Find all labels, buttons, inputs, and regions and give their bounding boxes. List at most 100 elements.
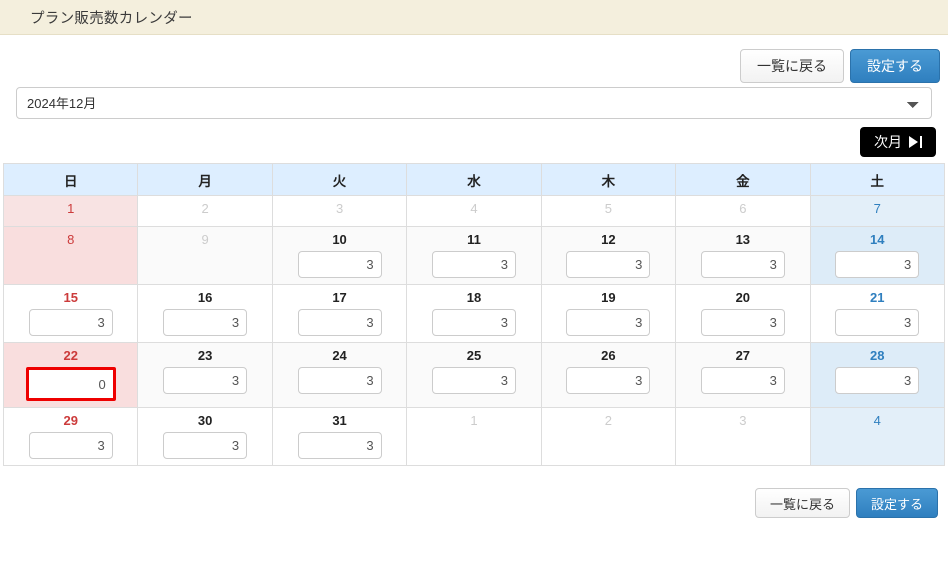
calendar-body: 1234567891011121314151617181920212223242… [2, 195, 946, 466]
weekday-header-thu: 木 [540, 163, 677, 196]
sales-count-input[interactable] [431, 309, 516, 336]
page-title: プラン販売数カレンダー [30, 10, 193, 27]
calendar-day-cell: 5 [540, 195, 677, 227]
toolbar-bottom: 一覧に戻る 設定する [0, 466, 948, 521]
day-number: 3 [739, 413, 747, 428]
sales-count-input[interactable] [835, 367, 920, 394]
back-to-list-button-top[interactable]: 一覧に戻る [740, 49, 844, 83]
day-number: 1 [470, 413, 478, 428]
calendar-week-row: 8 9 10 11 12 13 14 [2, 226, 946, 285]
calendar-day-cell[interactable]: 23 [137, 342, 273, 408]
month-select[interactable]: 2024年12月 [16, 87, 932, 119]
submit-settings-button-top[interactable]: 設定する [850, 49, 940, 83]
calendar-day-cell[interactable]: 14 [809, 226, 946, 285]
sales-calendar-table: 日 月 火 水 木 金 土 12345678910111213141516171… [2, 163, 946, 466]
day-number: 4 [470, 201, 478, 216]
calendar-day-cell: 3 [675, 407, 811, 466]
calendar-day-cell[interactable]: 19 [540, 284, 677, 343]
sales-count-input[interactable] [163, 367, 248, 394]
calendar-day-cell[interactable]: 11 [406, 226, 542, 285]
weekday-header-sun: 日 [2, 163, 139, 196]
day-number: 27 [735, 348, 751, 363]
calendar-wrap: 日 月 火 水 木 金 土 12345678910111213141516171… [0, 163, 948, 466]
sales-count-input[interactable] [835, 309, 920, 336]
calendar-day-cell[interactable]: 16 [137, 284, 273, 343]
calendar-week-row: 15 16 17 18 19 20 21 [2, 284, 946, 343]
calendar-day-cell: 2 [540, 407, 677, 466]
calendar-day-cell[interactable]: 15 [2, 284, 139, 343]
day-number: 3 [335, 201, 344, 216]
day-number: 11 [467, 232, 481, 247]
calendar-day-cell[interactable]: 30 [137, 407, 273, 466]
sales-count-input[interactable] [566, 309, 651, 336]
day-number: 18 [466, 290, 482, 305]
calendar-week-row: 1 2 3 4 5 6 7 [2, 195, 946, 227]
calendar-day-cell[interactable]: 25 [406, 342, 542, 408]
sales-count-input[interactable] [700, 251, 785, 278]
calendar-day-cell[interactable]: 28 [809, 342, 946, 408]
sales-count-input[interactable] [566, 367, 651, 394]
calendar-day-cell: 7 [809, 195, 946, 227]
back-to-list-button-bottom[interactable]: 一覧に戻る [754, 488, 850, 518]
day-number: 1 [67, 201, 75, 216]
calendar-day-cell[interactable]: 22 [2, 342, 139, 408]
calendar-day-cell[interactable]: 21 [809, 284, 946, 343]
calendar-day-cell[interactable]: 20 [675, 284, 811, 343]
calendar-day-cell[interactable]: 27 [675, 342, 811, 408]
day-number: 20 [735, 290, 751, 305]
sales-count-input[interactable] [835, 251, 920, 278]
calendar-day-cell: 9 [137, 226, 273, 285]
day-number: 15 [63, 290, 78, 305]
weekday-header-mon: 月 [137, 163, 273, 196]
day-number: 5 [604, 201, 613, 216]
day-number: 13 [735, 232, 751, 247]
sales-count-input[interactable] [297, 309, 382, 336]
sales-count-input[interactable] [297, 251, 382, 278]
sales-count-input[interactable] [297, 432, 382, 459]
calendar-nav-row: 次月 [0, 119, 948, 163]
next-month-label: 次月 [874, 134, 902, 150]
day-number: 21 [870, 290, 885, 305]
toolbar-top: 一覧に戻る 設定する [0, 35, 948, 87]
sales-count-input[interactable] [297, 367, 382, 394]
calendar-day-cell[interactable]: 17 [271, 284, 408, 343]
sales-count-input[interactable] [28, 432, 113, 459]
sales-count-input[interactable] [28, 309, 113, 336]
sales-count-input[interactable] [700, 367, 785, 394]
calendar-day-cell[interactable]: 10 [271, 226, 408, 285]
calendar-day-cell[interactable]: 12 [540, 226, 677, 285]
weekday-header-fri: 金 [675, 163, 811, 196]
submit-settings-button-bottom[interactable]: 設定する [855, 488, 938, 518]
calendar-week-row: 29 30 31 1 2 3 4 [2, 407, 946, 466]
calendar-day-cell[interactable]: 24 [271, 342, 408, 408]
next-month-button[interactable]: 次月 [860, 127, 936, 157]
weekday-header-tue: 火 [271, 163, 408, 196]
month-select-wrap: 2024年12月 [0, 87, 948, 119]
calendar-day-cell: 1 [2, 195, 139, 227]
calendar-day-cell[interactable]: 26 [540, 342, 677, 408]
day-number: 29 [63, 413, 78, 428]
day-number: 30 [197, 413, 213, 428]
day-number: 7 [873, 201, 881, 216]
calendar-day-cell: 4 [809, 407, 946, 466]
calendar-day-cell[interactable]: 18 [406, 284, 542, 343]
sales-count-input[interactable] [25, 367, 116, 401]
day-number: 10 [332, 232, 347, 247]
day-number: 9 [201, 232, 209, 247]
sales-count-input[interactable] [431, 251, 516, 278]
sales-count-input[interactable] [431, 367, 516, 394]
calendar-day-cell: 3 [271, 195, 408, 227]
sales-count-input[interactable] [163, 432, 248, 459]
calendar-day-cell[interactable]: 13 [675, 226, 811, 285]
calendar-day-cell[interactable]: 31 [271, 407, 408, 466]
day-number: 23 [197, 348, 213, 363]
sales-count-input[interactable] [700, 309, 785, 336]
day-number: 2 [604, 413, 613, 428]
sales-count-input[interactable] [566, 251, 651, 278]
page-header: プラン販売数カレンダー [0, 0, 948, 35]
calendar-day-cell[interactable]: 29 [2, 407, 139, 466]
day-number: 4 [873, 413, 881, 428]
day-number: 22 [63, 348, 78, 363]
day-number: 19 [601, 290, 616, 305]
sales-count-input[interactable] [163, 309, 248, 336]
